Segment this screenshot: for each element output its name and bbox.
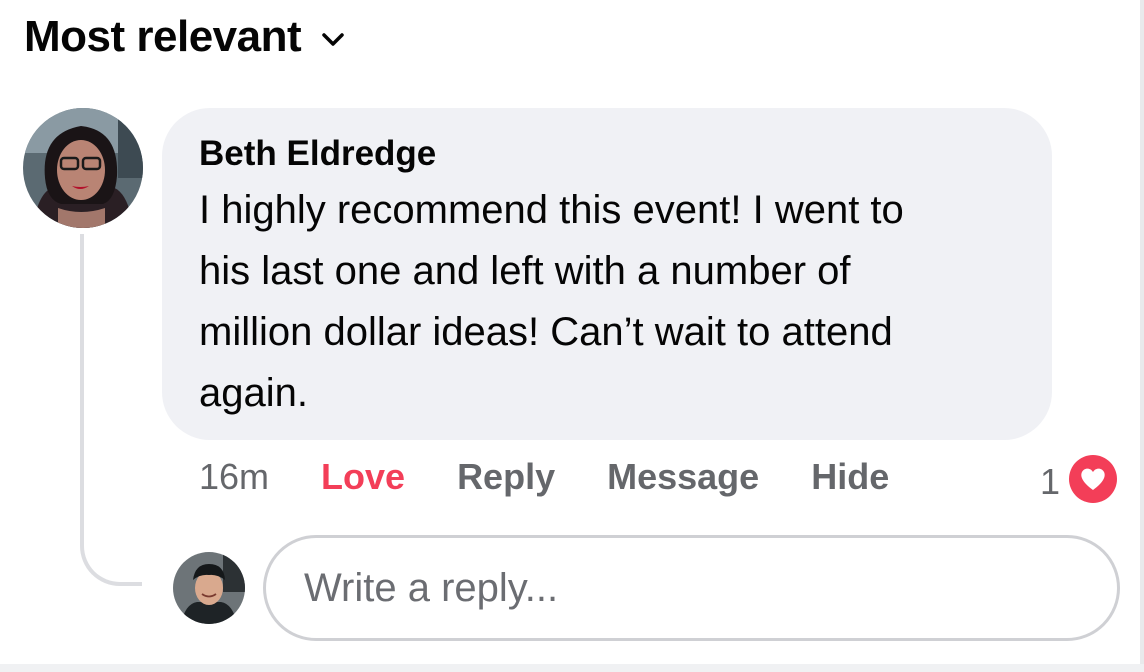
sort-dropdown[interactable]: Most relevant (24, 12, 345, 62)
reaction-count: 1 (1040, 460, 1061, 502)
heart-reaction-icon (1068, 454, 1118, 509)
comment-timestamp[interactable]: 16m (199, 456, 269, 498)
comment-line: his last one and left with a number of (199, 249, 851, 293)
current-user-avatar (173, 552, 245, 624)
message-button[interactable]: Message (607, 456, 759, 498)
comment-text: I highly recommend this event! I went to… (199, 180, 1016, 424)
scrollbar-track (1140, 0, 1144, 664)
comment-bubble: Beth Eldredge I highly recommend this ev… (162, 108, 1052, 440)
thread-connector-line (80, 234, 142, 586)
comment-line: I highly recommend this event! I went to (199, 188, 904, 232)
reply-input[interactable] (302, 564, 1117, 612)
comment-line: million dollar ideas! Can’t wait to atte… (199, 310, 893, 354)
chevron-down-icon (321, 32, 345, 48)
comment-line: again. (199, 371, 308, 415)
bottom-divider (0, 664, 1144, 672)
hide-button[interactable]: Hide (811, 456, 889, 498)
reply-button[interactable]: Reply (457, 456, 555, 498)
comment-actions: 16m Love Reply Message Hide (199, 456, 941, 498)
commenter-avatar[interactable] (23, 108, 143, 228)
comment-author[interactable]: Beth Eldredge (199, 134, 1016, 174)
reply-field[interactable] (263, 535, 1120, 641)
love-button[interactable]: Love (321, 456, 405, 498)
sort-label: Most relevant (24, 12, 302, 61)
reaction-summary[interactable]: 1 (1040, 454, 1118, 509)
